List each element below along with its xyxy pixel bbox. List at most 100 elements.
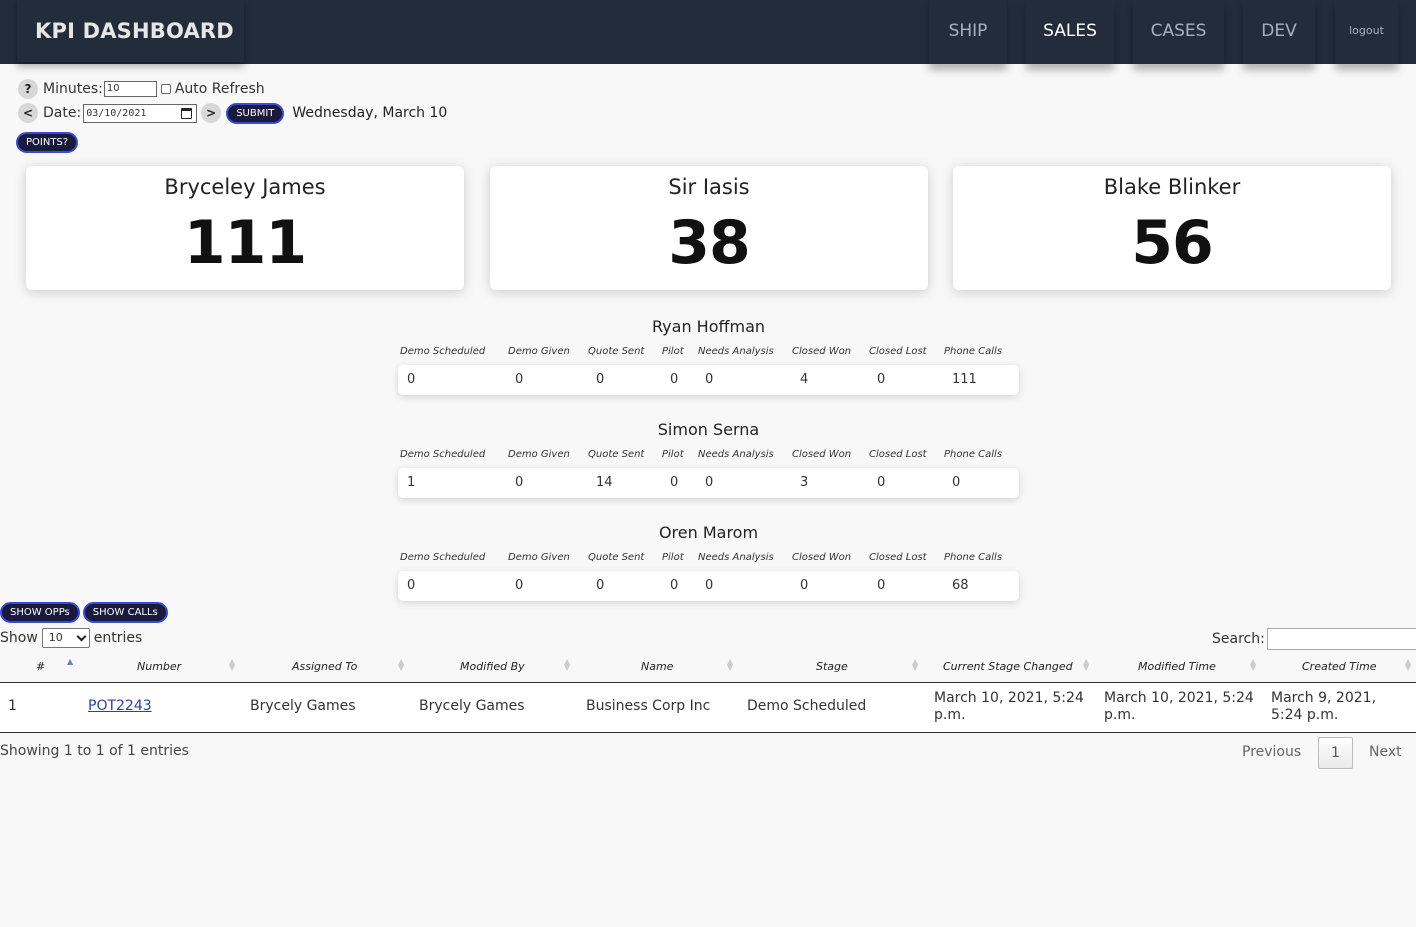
- date-label: Date:: [43, 105, 82, 121]
- kpi-value: 0: [800, 578, 809, 593]
- sort-icon[interactable]: ▲ ▼: [1250, 658, 1256, 672]
- table-toggle-buttons: SHOW OPPs SHOW CALLs: [0, 602, 168, 623]
- cell-index: 1: [8, 698, 17, 714]
- sort-asc-icon[interactable]: ▲: [67, 658, 73, 666]
- date-input[interactable]: 03/10/2021: [83, 103, 198, 123]
- kpi-value: 3: [800, 475, 809, 490]
- nav-dev[interactable]: DEV: [1243, 0, 1315, 64]
- score-card: Bryceley James 111: [26, 166, 464, 290]
- minutes-row: ? Minutes: 10 Auto Refresh: [18, 79, 265, 99]
- points-row: POINTS?: [16, 131, 79, 153]
- kpi-value: 0: [670, 578, 679, 593]
- sort-icon[interactable]: ▲ ▼: [1405, 658, 1411, 672]
- kpi-value: 0: [705, 372, 714, 387]
- table-info: Showing 1 to 1 of 1 entries: [0, 743, 189, 759]
- nav-logout[interactable]: logout: [1335, 0, 1398, 64]
- kpi-col-quote-sent: Quote Sent: [588, 449, 645, 460]
- entries-select[interactable]: 10: [41, 628, 90, 648]
- sort-icon[interactable]: ▲ ▼: [1083, 658, 1089, 672]
- col-header-created-time[interactable]: Created Time: [1302, 660, 1377, 673]
- kpi-value: 0: [515, 578, 524, 593]
- show-calls-button[interactable]: SHOW CALLs: [82, 602, 168, 623]
- kpi-col-demo-given: Demo Given: [508, 552, 570, 563]
- kpi-col-closed-lost: Closed Lost: [869, 449, 927, 460]
- search-label: Search:: [1212, 631, 1265, 647]
- cell-stage: Demo Scheduled: [747, 698, 867, 714]
- col-header-current-stage-changed[interactable]: Current Stage Changed: [943, 660, 1073, 673]
- kpi-col-closed-won: Closed Won: [792, 449, 852, 460]
- card-value: 111: [183, 208, 307, 278]
- previous-button[interactable]: Previous: [1242, 744, 1301, 760]
- kpi-col-quote-sent: Quote Sent: [588, 346, 645, 357]
- col-header-modified-by[interactable]: Modified By: [460, 660, 525, 673]
- minutes-label: Minutes:: [43, 81, 103, 97]
- card-name: Sir Iasis: [668, 175, 750, 199]
- kpi-col-closed-won: Closed Won: [792, 346, 852, 357]
- search-input[interactable]: [1266, 628, 1416, 650]
- brand-title[interactable]: KPI DASHBOARD: [17, 0, 244, 62]
- help-button[interactable]: ?: [18, 79, 38, 99]
- kpi-header-row: Demo Scheduled Demo Given Quote Sent Pil…: [398, 346, 1019, 360]
- col-header-index[interactable]: #: [36, 660, 45, 673]
- table-row: 1 POT2243 Brycely Games Brycely Games Bu…: [0, 683, 1416, 733]
- show-entries-control: Show 10 entries: [0, 628, 142, 648]
- kpi-col-phone-calls: Phone Calls: [944, 552, 1003, 563]
- cell-created-time: March 9, 2021, 5:24 p.m.: [1271, 690, 1377, 723]
- page-button[interactable]: 1: [1318, 737, 1353, 769]
- col-header-modified-time[interactable]: Modified Time: [1138, 660, 1216, 673]
- calendar-icon[interactable]: [181, 107, 193, 119]
- kpi-header-row: Demo Scheduled Demo Given Quote Sent Pil…: [398, 449, 1019, 463]
- kpi-value: 111: [952, 372, 977, 387]
- kpi-col-demo-scheduled: Demo Scheduled: [400, 346, 486, 357]
- cell-name: Business Corp Inc: [586, 698, 711, 714]
- col-header-name[interactable]: Name: [641, 660, 673, 673]
- date-row: < Date: 03/10/2021 > SUBMIT Wednesday, M…: [18, 102, 448, 124]
- col-header-number[interactable]: Number: [137, 660, 181, 673]
- next-date-button[interactable]: >: [201, 103, 222, 123]
- kpi-value: 0: [515, 475, 524, 490]
- sort-icon[interactable]: ▲ ▼: [564, 658, 570, 672]
- sort-icon[interactable]: ▲ ▼: [229, 658, 235, 672]
- kpi-value: 0: [407, 578, 416, 593]
- sort-icon[interactable]: ▲ ▼: [912, 658, 918, 672]
- col-header-assigned-to[interactable]: Assigned To: [292, 660, 357, 673]
- show-label: Show: [0, 630, 38, 646]
- nav-cases[interactable]: CASES: [1133, 0, 1224, 64]
- auto-refresh-checkbox[interactable]: [160, 84, 171, 94]
- current-date-text: Wednesday, March 10: [292, 105, 448, 121]
- kpi-col-demo-given: Demo Given: [508, 346, 570, 357]
- cell-modified-by: Brycely Games: [419, 698, 525, 714]
- minutes-input[interactable]: 10: [103, 81, 157, 97]
- nav-sales[interactable]: SALES: [1026, 0, 1114, 64]
- kpi-col-closed-won: Closed Won: [792, 552, 852, 563]
- points-button[interactable]: POINTS?: [16, 131, 79, 153]
- cell-modified-time: March 10, 2021, 5:24 p.m.: [1104, 690, 1254, 723]
- kpi-col-demo-scheduled: Demo Scheduled: [400, 552, 486, 563]
- cell-current-stage-changed: March 10, 2021, 5:24 p.m.: [934, 690, 1084, 723]
- person-name: Simon Serna: [657, 420, 760, 439]
- col-header-stage[interactable]: Stage: [816, 660, 848, 673]
- kpi-value: 0: [877, 475, 886, 490]
- kpi-col-closed-lost: Closed Lost: [869, 346, 927, 357]
- kpi-col-needs-analysis: Needs Analysis: [698, 552, 774, 563]
- sort-icon[interactable]: ▲ ▼: [398, 658, 404, 672]
- submit-button[interactable]: SUBMIT: [226, 102, 285, 124]
- kpi-col-pilot: Pilot: [662, 552, 684, 563]
- sort-icon[interactable]: ▲ ▼: [727, 658, 733, 672]
- prev-date-button[interactable]: <: [18, 103, 38, 123]
- kpi-value: 0: [952, 475, 961, 490]
- cell-number-link[interactable]: POT2243: [88, 698, 152, 714]
- kpi-value: 1: [407, 475, 416, 490]
- kpi-value: 14: [596, 475, 613, 490]
- show-opps-button[interactable]: SHOW OPPs: [0, 602, 80, 623]
- next-button[interactable]: Next: [1369, 744, 1402, 760]
- top-navbar: KPI DASHBOARD SHIP SALES CASES DEV logou…: [0, 0, 1416, 64]
- card-name: Bryceley James: [164, 175, 326, 199]
- nav-ship[interactable]: SHIP: [929, 0, 1007, 64]
- kpi-col-closed-lost: Closed Lost: [869, 552, 927, 563]
- kpi-value: 0: [670, 475, 679, 490]
- kpi-col-pilot: Pilot: [662, 449, 684, 460]
- card-name: Blake Blinker: [1103, 175, 1241, 199]
- entries-select-value: 10: [48, 631, 63, 644]
- kpi-value: 0: [705, 475, 714, 490]
